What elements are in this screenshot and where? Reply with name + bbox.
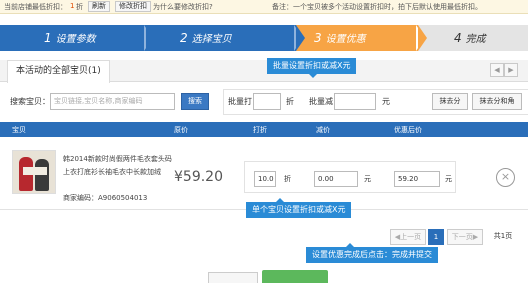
- tab-pager: ◀ ▶: [490, 63, 518, 77]
- step-2: 2 选择宝贝: [146, 25, 296, 51]
- table-header: 宝贝 原价 打折 减价 优惠后价: [0, 122, 528, 137]
- lowest-discount-label: 当前店铺最低折扣：: [4, 3, 67, 11]
- prev-page-button[interactable]: ◀上一页: [390, 229, 426, 245]
- next-page-button[interactable]: 下一页▶: [447, 229, 483, 245]
- next-arrow-icon[interactable]: ▶: [504, 63, 518, 77]
- batch-discount-label: 批量打: [228, 97, 252, 106]
- merchant-code: 商家编码：A9060504013: [63, 194, 148, 202]
- col-final-price: 优惠后价: [394, 126, 422, 134]
- product-title-line1[interactable]: 韩2014新款时尚假两件毛衣套头码: [63, 154, 172, 164]
- col-item: 宝贝: [12, 126, 26, 134]
- prev-arrow-icon[interactable]: ◀: [490, 63, 504, 77]
- step-1: 1 设置参数: [0, 25, 146, 51]
- search-button[interactable]: 搜索: [181, 93, 209, 110]
- tab-row: 本活动的全部宝贝(1) ◀ ▶: [0, 60, 528, 83]
- col-discount: 打折: [253, 126, 267, 134]
- single-callout: 单个宝贝设置折扣或减X元: [246, 198, 352, 218]
- batch-callout: 批量设置折扣或减X元: [267, 58, 357, 78]
- col-minus: 减价: [316, 126, 330, 134]
- batch-discount-input[interactable]: [253, 93, 281, 110]
- lowest-discount-value: 1: [70, 2, 75, 10]
- refresh-button[interactable]: 刷新: [88, 1, 110, 12]
- product-title-line2[interactable]: 上衣打底衫长袖毛衣中长款加绒: [63, 167, 161, 177]
- step-progress: 1 设置参数 2 选择宝贝 3 设置优惠 4 完成: [0, 25, 528, 51]
- why-modify-link[interactable]: 为什么要修改折扣?: [153, 2, 213, 12]
- remove-jiao-fen-button[interactable]: 抹去分和角: [472, 93, 522, 110]
- notice-note: 备注：一个宝贝被多个活动设置折扣时，拍下后默认使用最低折扣。: [272, 3, 482, 11]
- step-4: 4 完成: [418, 25, 528, 51]
- product-thumbnail[interactable]: [12, 150, 56, 194]
- remove-item-icon[interactable]: ×: [496, 168, 515, 187]
- step-3-active: 3 设置优惠: [296, 25, 418, 51]
- col-price: 原价: [174, 126, 188, 134]
- lowest-discount-unit: 折: [76, 3, 83, 11]
- batch-discount-unit: 折: [286, 97, 294, 106]
- back-button[interactable]: [208, 272, 258, 283]
- step-arrow: [296, 25, 305, 51]
- step-arrow: [418, 25, 427, 51]
- final-price-input[interactable]: 59.20: [394, 171, 440, 187]
- finish-callout: 设置优惠完成后点击：完成并提交: [306, 243, 438, 263]
- pagination: ◀上一页 1 下一页▶ 共1页: [0, 229, 528, 245]
- table-row: 韩2014新款时尚假两件毛衣套头码 上衣打底衫长袖毛衣中长款加绒 商家编码：A9…: [0, 138, 528, 210]
- batch-minus-label: 批量减: [309, 97, 333, 106]
- modify-discount-button[interactable]: 修改折扣: [115, 1, 151, 12]
- finish-submit-button[interactable]: [262, 270, 328, 283]
- minus-input[interactable]: 0.00: [314, 171, 358, 187]
- search-row: 搜索宝贝： 宝贝链接,宝贝名称,商家编码 搜索 批量打 折 批量减 元 抹去分 …: [0, 90, 528, 114]
- batch-minus-unit: 元: [382, 97, 390, 106]
- discount-unit: 折: [284, 175, 291, 183]
- tab-all-items[interactable]: 本活动的全部宝贝(1): [7, 60, 110, 83]
- notice-bar: 当前店铺最低折扣： 1 折 刷新 修改折扣 为什么要修改折扣? 备注：一个宝贝被…: [0, 0, 528, 14]
- minus-unit: 元: [364, 175, 371, 183]
- page-1-button[interactable]: 1: [428, 229, 444, 245]
- batch-minus-input[interactable]: [334, 93, 376, 110]
- search-label: 搜索宝贝：: [10, 97, 50, 106]
- search-input[interactable]: 宝贝链接,宝贝名称,商家编码: [50, 93, 175, 110]
- step-arrow: [146, 25, 155, 51]
- original-price: ¥59.20: [174, 169, 223, 185]
- final-price-unit: 元: [445, 175, 452, 183]
- remove-fen-button[interactable]: 抹去分: [432, 93, 468, 110]
- discount-input[interactable]: 10.0: [254, 171, 276, 187]
- total-pages: 共1页: [493, 232, 513, 240]
